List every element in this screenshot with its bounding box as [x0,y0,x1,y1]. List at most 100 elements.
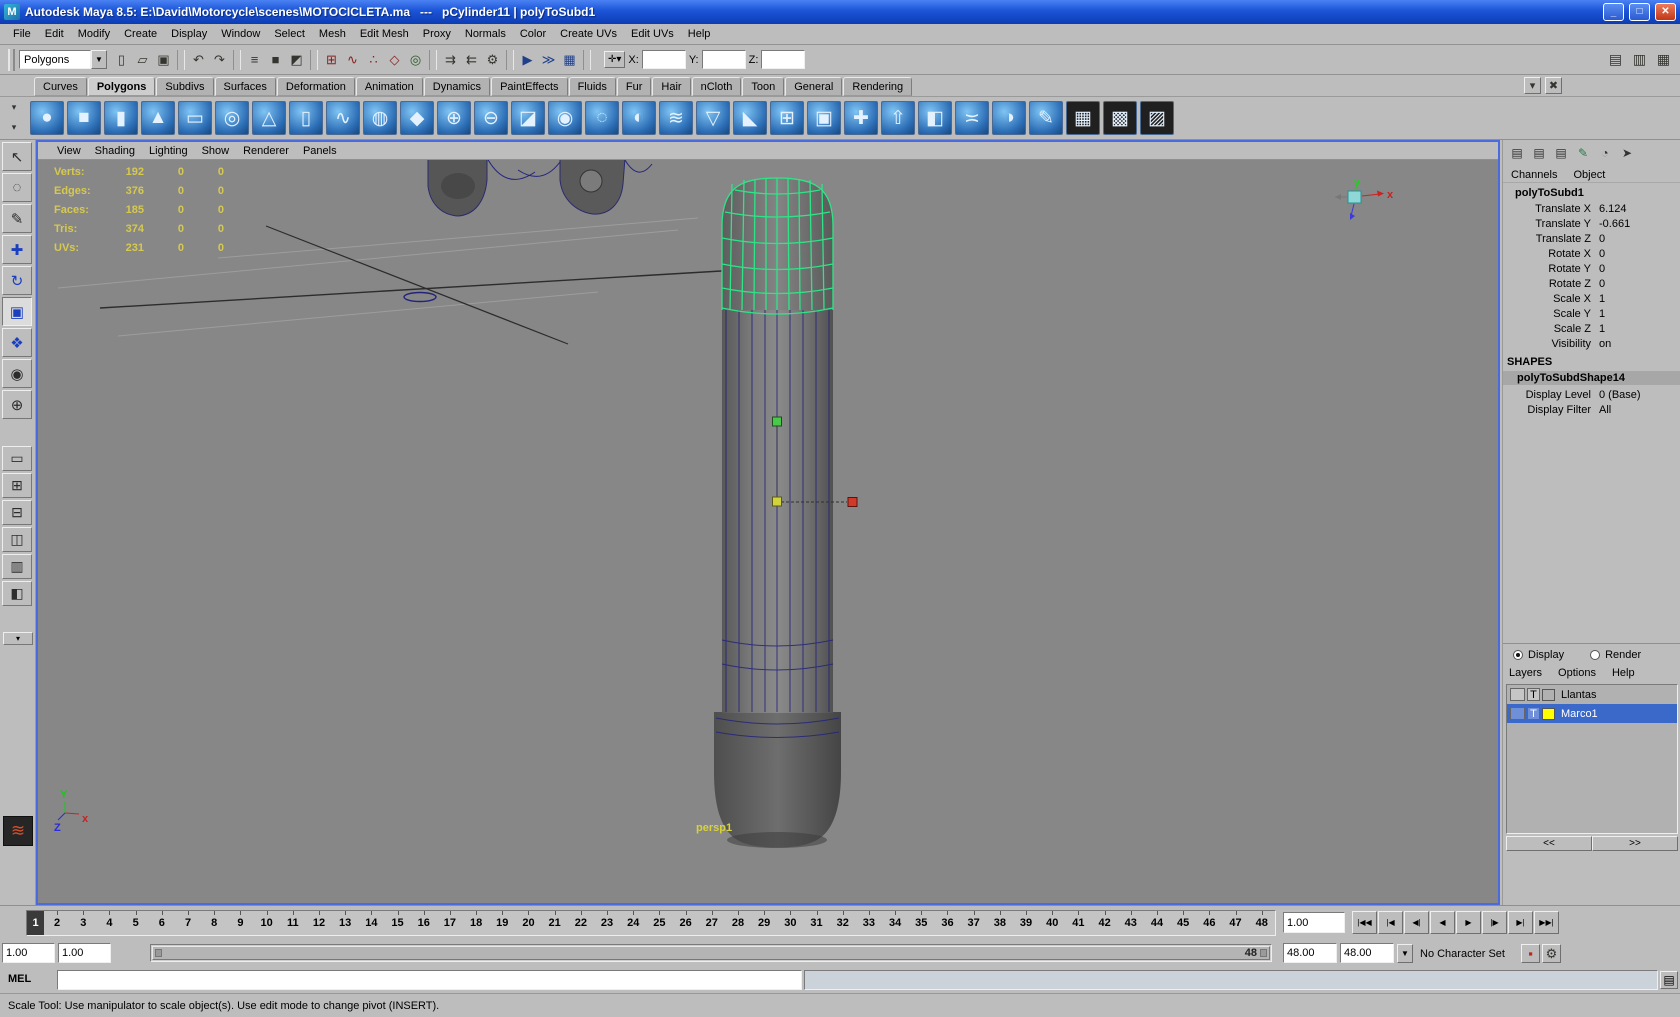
shelf-tab-general[interactable]: General [785,77,843,96]
tab-object[interactable]: Object [1573,169,1605,181]
shelf-tab-animation[interactable]: Animation [355,77,423,96]
lasso-select-tool-icon[interactable]: ◌ [2,173,32,202]
menu-item[interactable]: Edit [38,25,71,43]
frame-tick[interactable]: 25 [646,911,672,935]
mel-label[interactable]: MEL [8,973,31,985]
poly-soccer-ball-icon[interactable]: ◍ [363,101,397,135]
coordinate-entry-mode-button[interactable]: ✛▾ [604,51,626,68]
channel-speed-icon[interactable]: ◔ [1596,144,1614,162]
frame-tick[interactable]: 34 [882,911,908,935]
combine-icon[interactable]: ⊕ [437,101,471,135]
channel-row[interactable]: Rotate X 0 [1503,246,1680,261]
shelf-tab-ncloth[interactable]: nCloth [691,77,742,96]
channel-row[interactable]: Scale X 1 [1503,291,1680,306]
snap-to-points-icon[interactable]: ∴ [363,49,384,70]
show-channel-box-icon[interactable]: ▦ [1653,49,1674,70]
current-tool-icon[interactable]: ≋ [3,816,33,846]
character-set-label[interactable]: No Character Set [1416,945,1518,963]
panel-menu-item[interactable]: Panels [296,143,344,159]
shape-node-name[interactable]: polyToSubdShape14 [1503,371,1680,385]
playback-start-field[interactable] [58,943,111,963]
current-time-field[interactable] [1283,912,1345,933]
layer-row-llantas[interactable]: T Llantas [1507,685,1677,704]
step-forward-key-button[interactable]: |▶ [1482,911,1507,934]
frame-tick[interactable]: 47 [1222,911,1248,935]
frame-tick[interactable]: 15 [384,911,410,935]
bevel-icon[interactable]: ◧ [918,101,952,135]
frame-tick[interactable]: 40 [1039,911,1065,935]
construction-history-icon[interactable]: ⚙ [482,49,503,70]
mel-command-input[interactable] [57,970,802,990]
play-backwards-button[interactable]: ◀ [1430,911,1455,934]
panel-menu-item[interactable]: View [50,143,88,159]
frame-tick[interactable]: 26 [673,911,699,935]
frame-tick[interactable]: 28 [725,911,751,935]
menu-item[interactable]: Select [267,25,312,43]
frame-tick[interactable]: 33 [856,911,882,935]
frame-tick[interactable]: 48 [1249,911,1275,935]
delete-shelf-item-icon[interactable]: ✖ [1545,77,1562,94]
channel-row[interactable]: Rotate Y 0 [1503,261,1680,276]
layer-type-cell[interactable]: T [1527,707,1540,720]
frame-tick[interactable]: 8 [201,911,227,935]
play-forwards-button[interactable]: ▶ [1456,911,1481,934]
snap-to-view-planes-icon[interactable]: ◇ [384,49,405,70]
chevron-down-icon[interactable]: ▼ [91,50,107,69]
poly-torus-icon[interactable]: ◎ [215,101,249,135]
move-tool-icon[interactable]: ✚ [2,235,32,264]
undo-icon[interactable]: ↶ [188,49,209,70]
layer-visibility-box[interactable] [1510,707,1525,720]
channel-row[interactable]: Scale Y 1 [1503,306,1680,321]
manipulator-y-handle[interactable] [772,416,782,427]
channel-row[interactable]: Translate X 6.124 [1503,201,1680,216]
channel-row[interactable]: Visibility on [1503,336,1680,351]
input-connections-icon[interactable]: ⇉ [440,49,461,70]
channel-layout-icon-2[interactable]: ▤ [1530,144,1548,162]
selection-mask-dropdown[interactable]: Polygons ▼ [19,50,107,69]
shelf-tab-rendering[interactable]: Rendering [843,77,913,96]
frame-tick[interactable]: 11 [280,911,306,935]
shelf-tab-painteffects[interactable]: PaintEffects [491,77,568,96]
frame-tick[interactable]: 38 [987,911,1013,935]
layer-color-swatch[interactable] [1542,688,1555,701]
frame-tick[interactable]: 3 [70,911,96,935]
smooth-icon[interactable]: ≋ [659,101,693,135]
reduce-icon[interactable]: ▽ [696,101,730,135]
panel-menu-item[interactable]: Lighting [142,143,195,159]
frame-tick[interactable]: 37 [961,911,987,935]
frame-tick[interactable]: 41 [1065,911,1091,935]
script-editor-icon[interactable]: ▤ [1660,971,1678,989]
shelf-tab-fluids[interactable]: Fluids [568,77,616,96]
paint-select-tool-icon[interactable]: ✎ [2,204,32,233]
menu-item[interactable]: Display [164,25,214,43]
frame-tick[interactable]: 18 [463,911,489,935]
checker-map-icon[interactable]: ▩ [1103,101,1137,135]
frame-tick[interactable]: 4 [96,911,122,935]
menu-item[interactable]: Normals [458,25,513,43]
layer-menu-item[interactable]: Options [1558,667,1596,680]
y-coordinate-input[interactable] [701,50,746,69]
maya-app-icon[interactable]: M [4,4,20,20]
panel-menu-item[interactable]: Show [195,143,237,159]
uv-snapshot-icon[interactable]: ▨ [1140,101,1174,135]
scale-tool-icon[interactable]: ▣ [2,297,32,326]
poly-pyramid-icon[interactable]: △ [252,101,286,135]
toolbar-separator[interactable] [506,49,514,70]
frame-tick[interactable]: 35 [908,911,934,935]
channel-row[interactable]: Translate Z 0 [1503,231,1680,246]
layer-visibility-box[interactable] [1510,688,1525,701]
shelf-tab-surfaces[interactable]: Surfaces [214,77,276,96]
frame-tick[interactable]: 22 [568,911,594,935]
layer-name[interactable]: Llantas [1557,689,1596,701]
poly-plane-icon[interactable]: ▭ [178,101,212,135]
close-button[interactable]: ✕ [1655,3,1676,21]
shelf-tab-arrow-icon[interactable]: ▾ [7,121,21,133]
minimize-button[interactable]: _ [1603,3,1624,21]
sculpt-geometry-icon[interactable]: ✎ [1029,101,1063,135]
go-to-end-button[interactable]: ▶▶| [1534,911,1559,934]
channel-layout-icon-3[interactable]: ▤ [1552,144,1570,162]
step-back-key-button[interactable]: ◀| [1404,911,1429,934]
toolbar-separator[interactable] [233,49,241,70]
channel-row[interactable]: Display Filter All [1503,402,1680,417]
toolbar-separator[interactable] [310,49,318,70]
